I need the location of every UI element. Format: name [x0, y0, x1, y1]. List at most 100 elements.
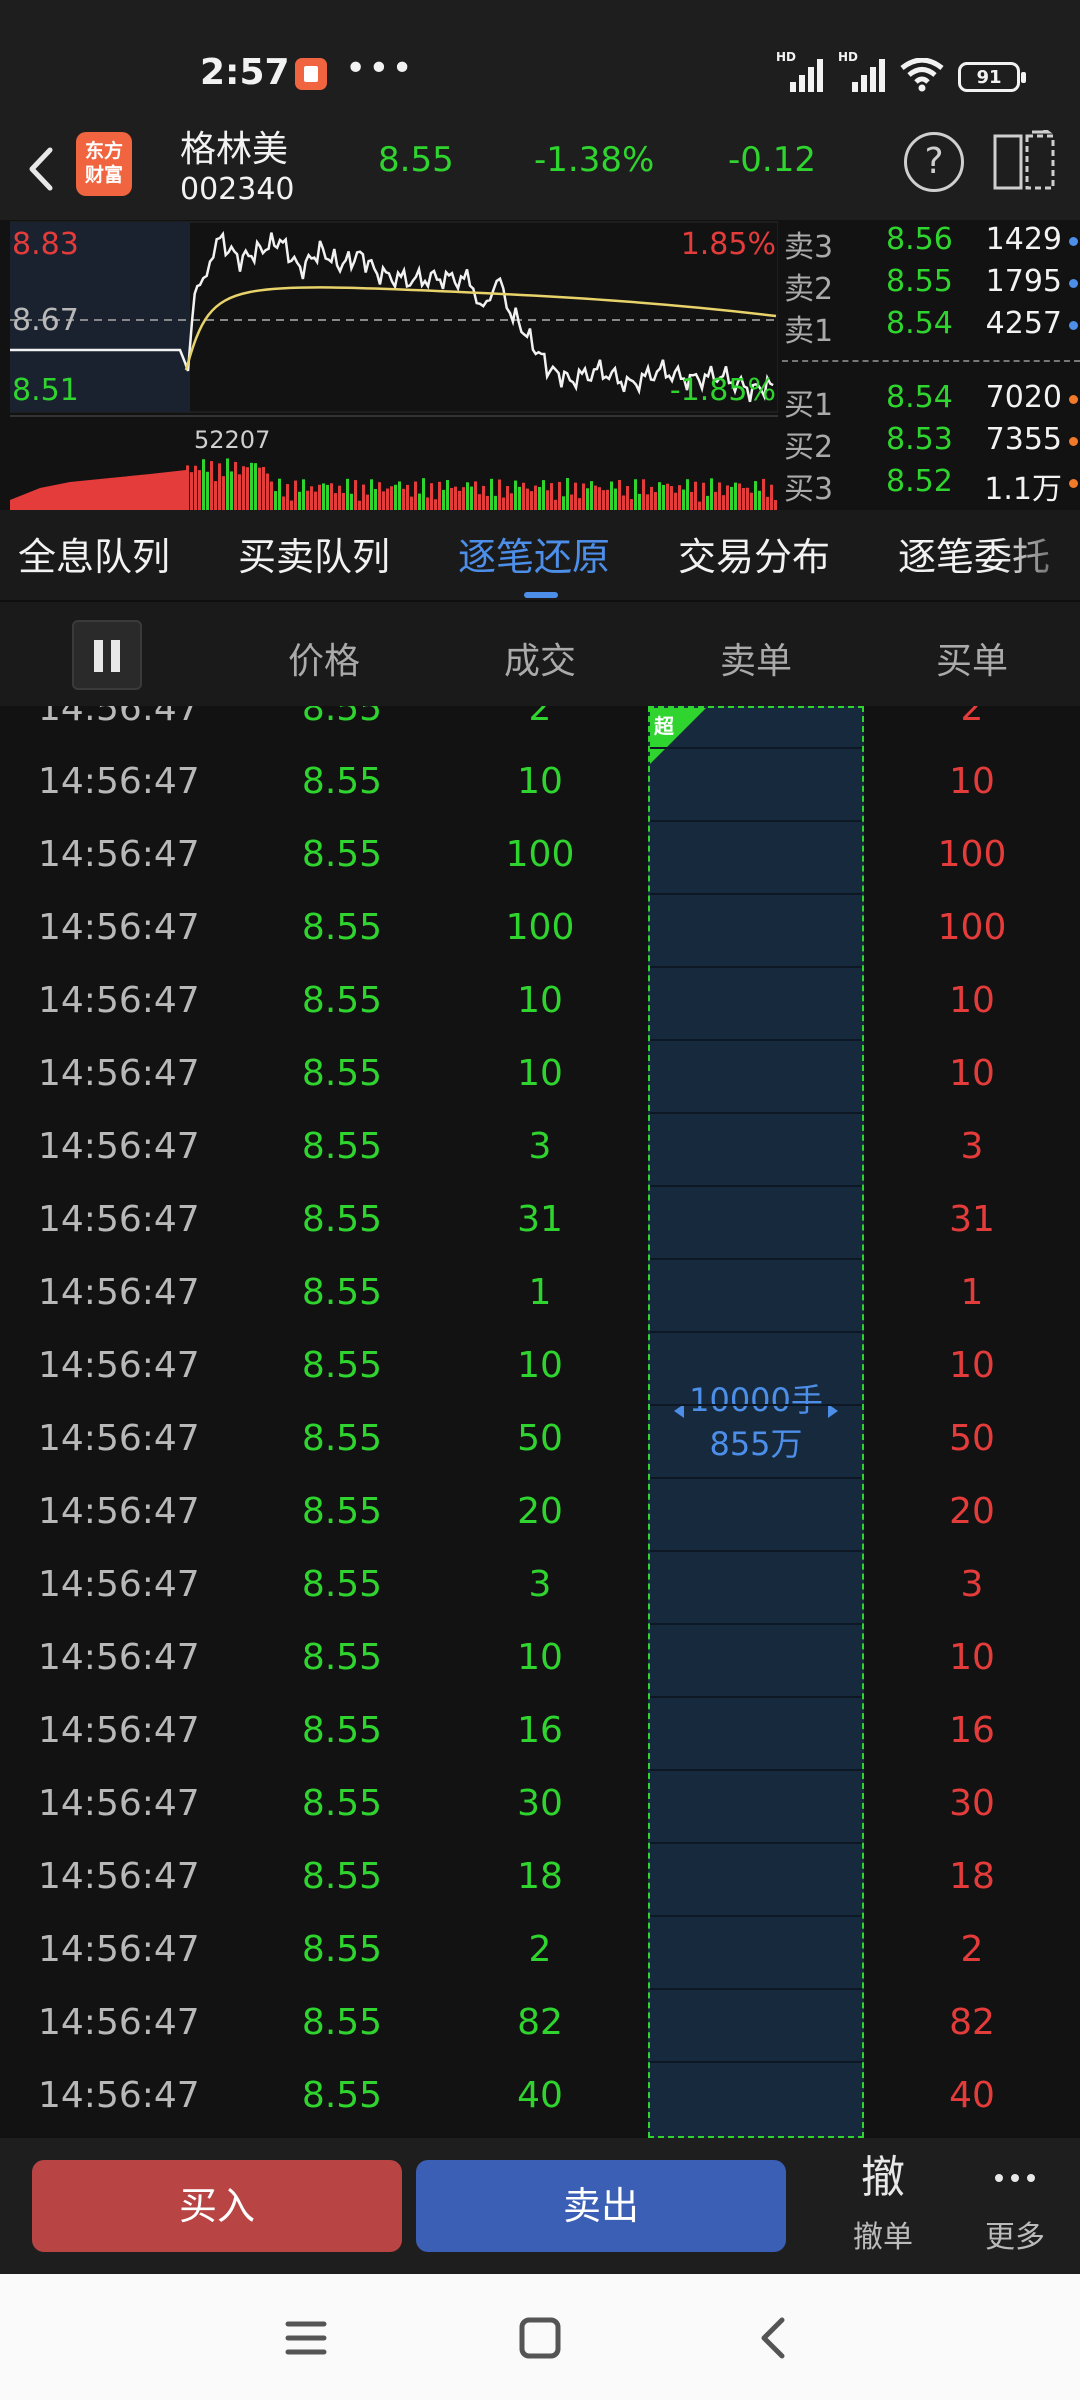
sell-block-cell-divider	[650, 1769, 862, 1771]
volume-bar	[294, 480, 297, 510]
tick-row[interactable]: 14:56:47 8.55 10 10	[0, 1621, 1080, 1694]
back-nav-icon[interactable]	[744, 2308, 804, 2368]
ask-dot-icon	[1069, 321, 1078, 330]
sell-order-block[interactable]: 超 10000手 855万	[648, 706, 864, 2138]
tick-row[interactable]: 14:56:47 8.55 3 3	[0, 1110, 1080, 1183]
tick-buy-order: 1	[960, 1272, 984, 1313]
layout-switch-icon[interactable]	[992, 127, 1058, 194]
intraday-chart[interactable]: 8.83 8.67 8.51 1.85% -1.85% 52207	[10, 220, 778, 510]
tick-row[interactable]: 14:56:47 8.55 40 40	[0, 2059, 1080, 2132]
tab-tick-restore[interactable]: 逐笔还原	[458, 526, 610, 581]
tick-row[interactable]: 14:56:47 8.55 31 31	[0, 1183, 1080, 1256]
tick-row[interactable]: 14:56:47 8.55 30 30	[0, 1767, 1080, 1840]
bid-row[interactable]: 买3 8.52 1.1万	[782, 464, 1080, 507]
tab-full-queue[interactable]: 全息队列	[18, 526, 170, 581]
volume-bar	[718, 482, 721, 510]
tick-row[interactable]: 14:56:47 8.55 100 100	[0, 891, 1080, 964]
help-icon[interactable]: ?	[904, 132, 964, 192]
tick-row[interactable]: 14:56:47 8.55 50 50	[0, 1402, 1080, 1475]
volume-bar	[398, 481, 401, 510]
volume-bar	[542, 480, 545, 510]
sell-block-cell-divider	[650, 747, 862, 749]
change-amount: -0.12	[728, 140, 816, 180]
buy-button[interactable]: 买入	[32, 2160, 402, 2252]
menu-icon[interactable]	[276, 2308, 336, 2368]
sell-block-cell-divider	[650, 1039, 862, 1041]
chart-mid-label: 8.67	[12, 303, 79, 338]
bid-row[interactable]: 买2 8.53 7355	[782, 422, 1080, 465]
tick-price: 8.55	[301, 2002, 383, 2043]
ask-row[interactable]: 卖2 8.55 1795	[782, 264, 1080, 307]
volume-bar	[594, 485, 597, 510]
volume-bar	[394, 484, 397, 510]
volume-bar	[518, 486, 521, 510]
volume-bar	[526, 488, 529, 510]
tick-row[interactable]: 14:56:47 8.55 82 82	[0, 1986, 1080, 2059]
home-icon[interactable]	[510, 2308, 570, 2368]
tick-row[interactable]: 14:56:47 8.55 10 10	[0, 745, 1080, 818]
tick-row[interactable]: 14:56:47 8.55 100 100	[0, 818, 1080, 891]
volume-bar	[222, 476, 225, 510]
sell-block-cell-divider	[650, 2061, 862, 2063]
tab-bid-ask-queue[interactable]: 买卖队列	[238, 526, 390, 581]
tick-row[interactable]: 14:56:47 8.55 16 16	[0, 1694, 1080, 1767]
volume-bar	[606, 489, 609, 510]
sell-block-cell-divider	[650, 966, 862, 968]
tick-row[interactable]: 14:56:47 8.55 10 10	[0, 1329, 1080, 1402]
volume-bar	[446, 480, 449, 510]
volume-bar	[710, 478, 713, 510]
tick-row[interactable]: 14:56:47 8.55 1 1	[0, 1256, 1080, 1329]
tab-trade-distribution[interactable]: 交易分布	[678, 526, 830, 581]
volume-bar	[502, 497, 505, 510]
signal-icon-2: HD	[838, 50, 886, 92]
volume-bar	[338, 485, 341, 510]
volume-bar	[382, 491, 385, 510]
volume-bar	[566, 478, 569, 510]
volume-bar	[322, 483, 325, 510]
sell-button[interactable]: 卖出	[416, 2160, 786, 2252]
tick-price: 8.55	[301, 1491, 383, 1532]
back-button[interactable]	[14, 134, 64, 204]
order-book: 卖3 8.56 1429 卖2 8.55 1795 卖1 8.54 4257 买…	[782, 220, 1080, 510]
sell-block-amount: 10000手 855万	[650, 1378, 862, 1466]
tick-row[interactable]: 14:56:47 8.55 20 20	[0, 1475, 1080, 1548]
ask-row[interactable]: 卖1 8.54 4257	[782, 306, 1080, 349]
bid-dot-icon	[1069, 479, 1078, 488]
tick-volume: 10	[517, 980, 563, 1021]
volume-bar	[670, 486, 673, 510]
tick-buy-order: 10	[949, 1053, 995, 1094]
bid-row[interactable]: 买1 8.54 7020	[782, 380, 1080, 423]
volume-bar	[474, 481, 477, 510]
tick-row[interactable]: 14:56:47 8.55 2 2	[0, 706, 1080, 745]
cancel-order-button[interactable]: 撤 撤单	[828, 2150, 938, 2260]
tick-list[interactable]: 14:56:47 8.55 2 2 14:56:47 8.55 10 10 14:56:47 8.…	[0, 706, 1080, 2138]
volume-bar	[590, 481, 593, 510]
ask-row[interactable]: 卖3 8.56 1429	[782, 222, 1080, 265]
pause-icon[interactable]	[72, 620, 142, 690]
volume-bar	[242, 466, 245, 510]
volume-bar	[374, 489, 377, 510]
sell-block-cell-divider	[650, 1404, 862, 1406]
chart-down-pct: -1.85%	[670, 373, 776, 408]
tick-row[interactable]: 14:56:47 8.55 18 18	[0, 1840, 1080, 1913]
tick-row[interactable]: 14:56:47 8.55 10 10	[0, 1037, 1080, 1110]
volume-bar-opening	[10, 470, 186, 510]
volume-bar	[762, 478, 765, 510]
orderbook-divider	[782, 360, 1080, 362]
volume-bar	[214, 481, 217, 510]
volume-bar	[578, 498, 581, 510]
volume-bar	[258, 467, 261, 510]
tick-row[interactable]: 14:56:47 8.55 2 2	[0, 1913, 1080, 1986]
tick-row[interactable]: 14:56:47 8.55 3 3	[0, 1548, 1080, 1621]
volume-bar	[714, 491, 717, 510]
tick-buy-order: 31	[949, 1199, 995, 1240]
volume-bar	[498, 479, 501, 510]
volume-bar	[350, 493, 353, 510]
sell-block-cell-divider	[650, 1623, 862, 1625]
more-button[interactable]: 更多	[960, 2150, 1070, 2260]
volume-bar	[458, 490, 461, 510]
tick-row[interactable]: 14:56:47 8.55 10 10	[0, 964, 1080, 1037]
volume-bar	[478, 494, 481, 510]
tick-buy-order: 2	[960, 1929, 984, 1970]
volume-bar	[206, 471, 209, 510]
